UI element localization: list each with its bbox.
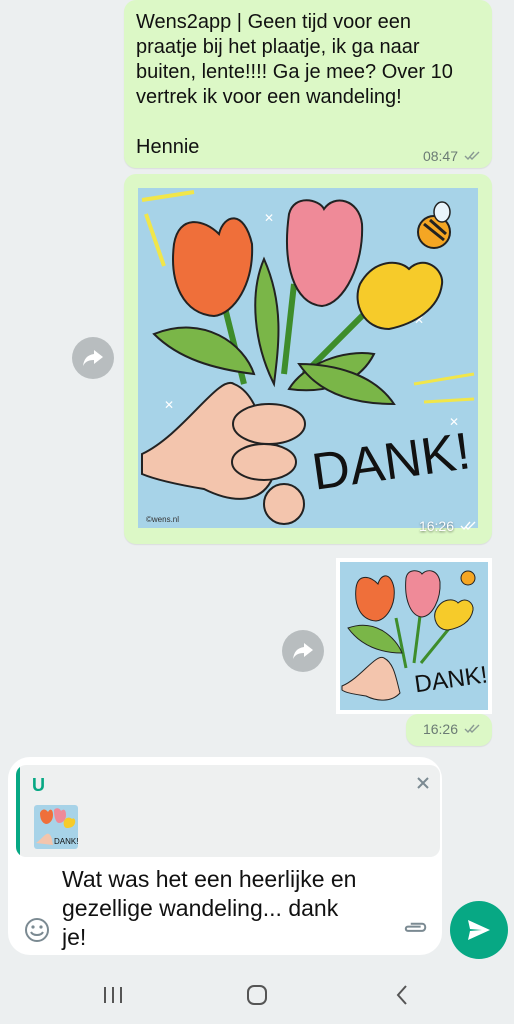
home-icon (247, 985, 267, 1005)
svg-text:✕: ✕ (164, 398, 174, 412)
thank-you-card-image[interactable]: ✕ ✕ ✕ ✕ DANK! ©wens.nl (124, 174, 492, 544)
send-button[interactable] (450, 901, 508, 959)
message-input[interactable]: Wat was het een heerlijke en gezellige w… (62, 865, 382, 952)
reply-sender-name: U (32, 775, 45, 795)
attach-button[interactable] (400, 913, 430, 943)
reply-thumbnail: DANK! (34, 805, 78, 849)
close-reply-button[interactable] (416, 773, 430, 796)
message-text: Wens2app | Geen tijd voor een praatje bi… (136, 11, 453, 158)
forward-icon (83, 350, 103, 366)
message-time: 08:47 (422, 148, 458, 164)
emoji-icon (25, 918, 49, 942)
message-bubble-image[interactable]: ✕ ✕ ✕ ✕ DANK! ©wens.nl 16:26 (124, 174, 492, 544)
message-time: 16:26 (422, 721, 458, 737)
forward-icon (293, 643, 313, 659)
send-icon (468, 920, 490, 940)
recents-button[interactable] (93, 980, 133, 1010)
close-icon (417, 777, 429, 789)
message-meta: 16:26 (423, 721, 482, 737)
card-signature: ©wens.nl (146, 515, 179, 524)
message-composer: U DANK! Wat was het een heerlijke en gez… (8, 757, 442, 955)
message-time-bubble: 16:26 (406, 714, 492, 746)
emoji-button[interactable] (22, 915, 52, 945)
system-navigation-bar (0, 965, 514, 1024)
thank-you-card-thumbnail[interactable]: DANK! (336, 558, 492, 714)
paperclip-icon (404, 922, 427, 932)
back-icon (396, 985, 407, 1005)
reply-accent-bar (16, 765, 20, 857)
thumb-text: DANK! (54, 837, 78, 846)
forward-button[interactable] (72, 337, 114, 379)
forward-button[interactable] (282, 630, 324, 672)
message-meta: 16:26 (419, 518, 478, 534)
home-button[interactable] (237, 980, 277, 1010)
back-button[interactable] (382, 980, 422, 1010)
message-meta: 08:47 (423, 148, 482, 164)
message-sticker[interactable]: DANK! (336, 558, 492, 714)
double-check-icon (464, 724, 480, 734)
message-time: 16:26 (418, 518, 454, 534)
double-check-icon (464, 151, 480, 161)
reply-preview[interactable]: U DANK! (16, 765, 440, 857)
message-bubble-text[interactable]: Wens2app | Geen tijd voor een praatje bi… (124, 0, 492, 168)
svg-text:✕: ✕ (264, 211, 274, 225)
recents-icon (104, 987, 122, 1003)
double-check-icon (460, 521, 476, 531)
